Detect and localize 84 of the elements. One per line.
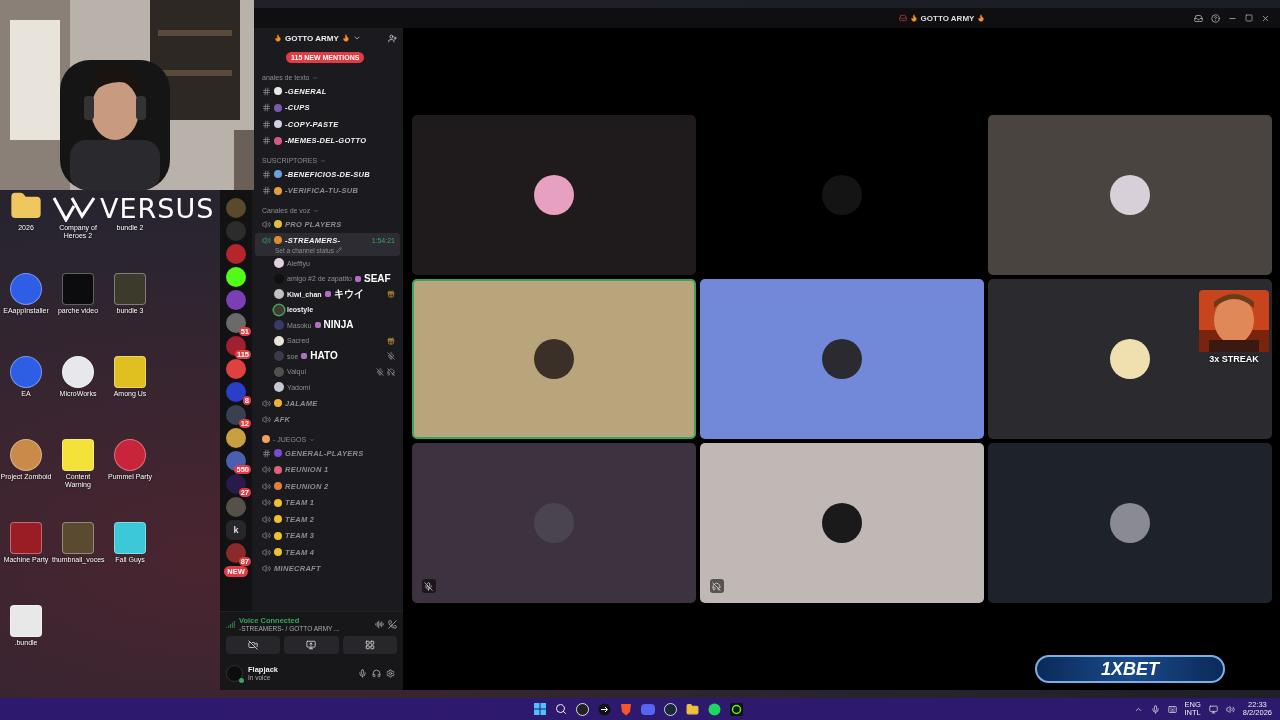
chevron-icon <box>309 437 316 443</box>
invite-icon[interactable] <box>388 33 397 43</box>
ring-icon[interactable] <box>730 702 743 716</box>
help-icon[interactable] <box>1211 13 1220 23</box>
volume-icon[interactable] <box>1225 704 1235 714</box>
stream-logo: VERSUS <box>100 193 215 224</box>
chevron-icon <box>312 75 319 81</box>
record-icon[interactable] <box>576 702 589 716</box>
server-tag: SEAF <box>364 272 391 285</box>
speaker-icon <box>262 564 271 574</box>
hash-icon <box>262 169 271 179</box>
server-tag: NINJA <box>323 319 354 332</box>
chevron-icon <box>320 158 327 164</box>
video-tile[interactable] <box>987 115 1272 275</box>
speaker-icon <box>262 398 271 408</box>
speaker-icon <box>262 219 271 229</box>
camera-button[interactable] <box>226 636 281 654</box>
hash-icon <box>262 119 271 129</box>
video-tile[interactable] <box>699 443 984 603</box>
online-dot <box>239 677 244 683</box>
video-tile[interactable] <box>411 279 696 439</box>
game-store-icon[interactable] <box>664 702 677 716</box>
microphone-icon[interactable] <box>358 668 367 678</box>
app-icon[interactable] <box>62 356 94 388</box>
maximize-icon[interactable] <box>1245 14 1253 22</box>
close-icon[interactable] <box>1261 13 1270 23</box>
activities-button[interactable] <box>342 636 397 654</box>
tag-icon <box>355 275 361 282</box>
flame-icon <box>274 34 282 42</box>
app-icon[interactable] <box>10 439 42 471</box>
speaker-icon <box>262 514 271 524</box>
start-icon[interactable] <box>534 703 546 715</box>
server-tag: キウイ <box>333 288 364 301</box>
folder-icon[interactable] <box>686 702 699 716</box>
camera-off-icon <box>248 640 259 650</box>
chevron-icon <box>313 208 320 214</box>
tag-icon <box>301 353 308 360</box>
hash-icon <box>262 86 271 96</box>
monitor-icon[interactable] <box>1208 704 1218 714</box>
logo-icon <box>52 195 96 222</box>
avatar[interactable] <box>226 664 243 682</box>
inbox-icon[interactable] <box>1194 13 1203 23</box>
shield-icon[interactable] <box>620 702 632 716</box>
tag-icon <box>324 291 331 298</box>
signal-icon <box>226 619 235 629</box>
window-title: GOTTO ARMY <box>920 13 975 23</box>
speaker-icon <box>262 465 271 475</box>
music-icon[interactable] <box>708 702 721 716</box>
screen-share-icon <box>306 640 317 650</box>
flame-icon <box>909 14 918 22</box>
speaker-icon <box>262 547 271 557</box>
video-tile[interactable] <box>699 279 984 439</box>
chat-icon[interactable] <box>641 703 655 715</box>
grid-icon <box>364 640 375 650</box>
microphone-icon[interactable] <box>1150 704 1160 714</box>
speaker-icon <box>262 481 271 491</box>
screen-share-button[interactable] <box>284 636 339 654</box>
speaker-icon <box>262 415 271 425</box>
video-tile[interactable] <box>411 115 696 275</box>
settings-icon[interactable] <box>386 668 395 678</box>
flame-icon <box>977 14 986 22</box>
hash-icon <box>262 103 271 113</box>
tag-icon <box>314 322 321 329</box>
chevron-icon[interactable] <box>352 34 361 42</box>
server-tag: HATO <box>310 350 338 363</box>
video-tile[interactable] <box>987 279 1272 439</box>
streak-label: 3x STREAK <box>1209 354 1259 364</box>
noise-suppression-icon[interactable] <box>375 619 384 629</box>
speaker-icon <box>262 531 271 541</box>
video-tile[interactable] <box>411 443 696 603</box>
sponsor-logo: 1XBET <box>1101 658 1159 680</box>
hash-icon <box>262 186 271 196</box>
server-icon[interactable]: k <box>226 520 246 540</box>
speaker-icon <box>262 235 271 245</box>
video-tile[interactable] <box>987 443 1272 603</box>
hash-icon <box>262 136 271 146</box>
server-name[interactable]: GOTTO ARMY <box>285 33 339 43</box>
flame-icon <box>341 34 350 42</box>
headphones-icon[interactable] <box>372 668 381 678</box>
disconnect-icon[interactable] <box>388 619 397 629</box>
search-icon[interactable] <box>555 703 567 715</box>
keyboard-icon[interactable] <box>1167 704 1177 714</box>
hash-icon <box>262 448 271 458</box>
speaker-icon <box>262 498 271 508</box>
